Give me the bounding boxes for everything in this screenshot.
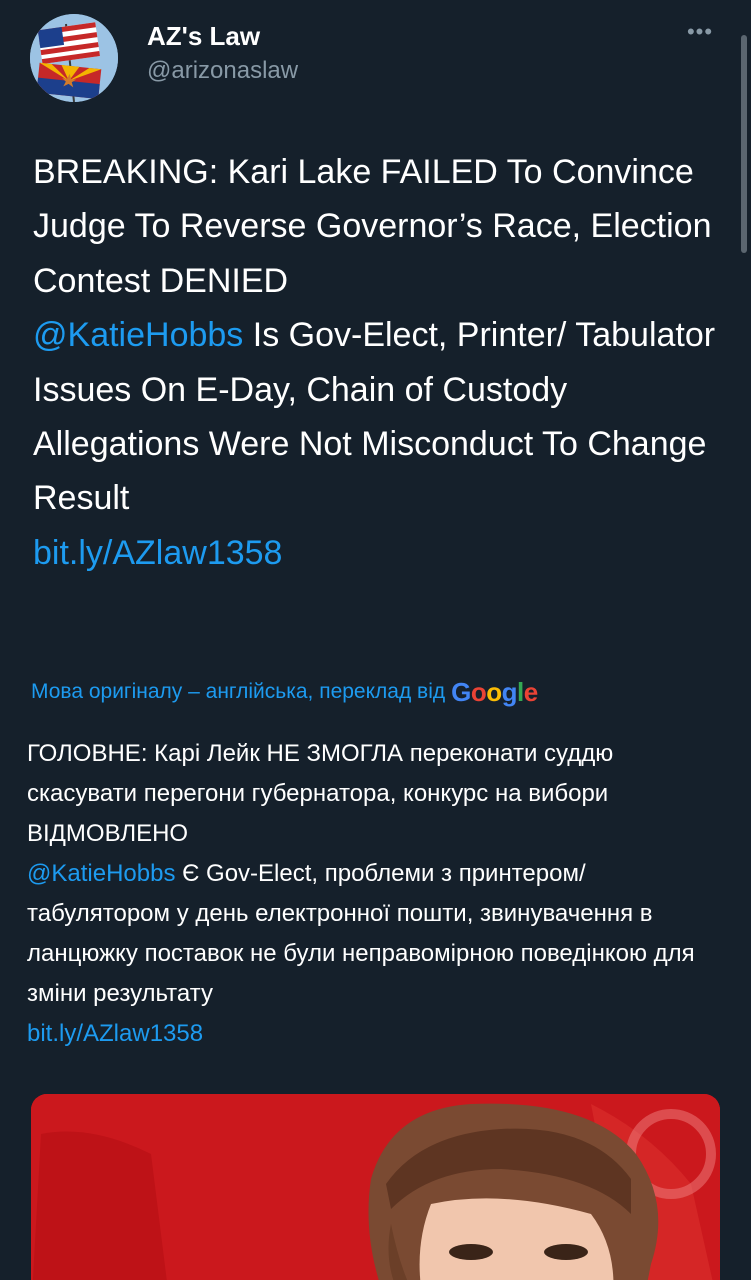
google-logo: Google xyxy=(451,676,538,707)
translated-text-part1: ГОЛОВНЕ: Карі Лейк НЕ ЗМОГЛА переконати … xyxy=(27,740,614,847)
tweet-media-image[interactable] xyxy=(31,1094,720,1280)
flags-avatar-icon[interactable] xyxy=(30,14,118,102)
tweet-text-part1: BREAKING: Kari Lake FAILED To Convince J… xyxy=(33,153,712,300)
translation-label: Мова оригіналу – англійська, переклад ві… xyxy=(31,680,446,703)
translation-attribution[interactable]: Мова оригіналу – англійська, переклад ві… xyxy=(31,674,538,710)
tweet-screen: AZ's Law @arizonaslaw ••• BREAKING: Kari… xyxy=(0,0,751,1280)
display-name[interactable]: AZ's Law xyxy=(147,21,260,52)
scrollbar[interactable] xyxy=(741,35,747,253)
tweet-text: BREAKING: Kari Lake FAILED To Convince J… xyxy=(33,145,723,580)
user-handle[interactable]: @arizonaslaw xyxy=(147,57,298,85)
translated-tweet-text: ГОЛОВНЕ: Карі Лейк НЕ ЗМОГЛА переконати … xyxy=(27,734,727,1054)
tweet-header: AZ's Law @arizonaslaw ••• xyxy=(30,14,720,104)
translated-mention-link[interactable]: @KatieHobbs xyxy=(27,860,175,887)
tweet-url-link[interactable]: bit.ly/AZlaw1358 xyxy=(33,534,282,572)
translated-url-link[interactable]: bit.ly/AZlaw1358 xyxy=(27,1020,203,1047)
more-options-icon[interactable]: ••• xyxy=(682,20,718,44)
tweet-mention-link[interactable]: @KatieHobbs xyxy=(33,316,243,354)
